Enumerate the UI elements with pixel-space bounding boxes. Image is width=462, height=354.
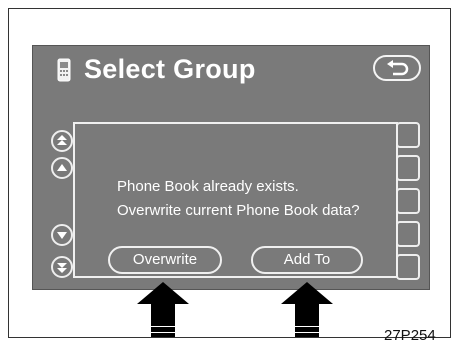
double-down-arrow-icon [57,263,67,273]
figure-code: 27P254 [384,327,436,344]
down-arrow-icon [57,232,67,239]
phone-icon [57,58,71,82]
dialog-message-line1: Phone Book already exists. [117,178,299,195]
pointer-arrow-icon [281,282,333,337]
scroll-up-button[interactable] [51,157,73,179]
add-to-button[interactable]: Add To [251,246,363,274]
double-up-arrow-icon [57,135,67,145]
up-arrow-icon [57,164,67,171]
dialog-message-line2: Overwrite current Phone Book data? [117,202,360,219]
list-item-slot[interactable] [396,122,420,148]
page-up-button[interactable] [51,130,73,152]
scroll-down-button[interactable] [51,224,73,246]
page-down-button[interactable] [51,256,73,278]
return-arrow-icon [387,60,409,76]
list-item-slot[interactable] [396,188,420,214]
list-item-slot[interactable] [396,254,420,280]
overwrite-button[interactable]: Overwrite [108,246,222,274]
list-item-slot[interactable] [396,221,420,247]
back-button[interactable] [373,55,421,81]
pointer-arrow-icon [137,282,189,337]
list-item-slot[interactable] [396,155,420,181]
page-title: Select Group [84,54,256,84]
